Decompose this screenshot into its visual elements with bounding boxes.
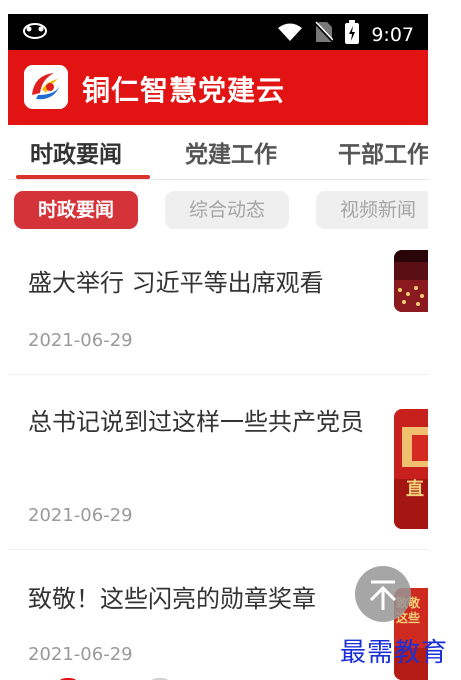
main-tabs: 时政要闻 党建工作 干部工作 — [8, 125, 428, 180]
news-date: 2021-06-29 — [28, 644, 133, 665]
news-thumbnail — [394, 250, 428, 312]
no-sim-icon — [314, 21, 335, 48]
active-tab-indicator — [16, 175, 150, 179]
news-title: 盛大举行 习近平等出席观看 — [28, 269, 324, 297]
news-item[interactable]: 盛大举行 习近平等出席观看 2021-06-29 — [8, 250, 428, 374]
watermark: 最需教育 — [340, 638, 449, 668]
news-title: 致敬！这些闪亮的勋章奖章 — [28, 585, 316, 613]
wifi-icon — [277, 22, 303, 47]
status-bar: 9:07 — [8, 14, 428, 50]
tab-dangjian[interactable]: 党建工作 — [185, 135, 277, 169]
app-bar: 铜仁智慧党建云 — [8, 50, 428, 125]
news-title: 总书记说到过这样一些共产党员 — [28, 408, 364, 436]
arrow-up-icon — [369, 580, 397, 610]
clock-time: 9:07 — [371, 23, 414, 46]
subtab-shipin[interactable]: 视频新闻 — [316, 191, 428, 229]
sub-tabs: 时政要闻 综合动态 视频新闻 — [8, 180, 428, 234]
news-thumbnail — [394, 409, 428, 529]
party-logo-icon — [24, 65, 68, 109]
battery-charging-icon — [345, 20, 360, 49]
news-item[interactable]: 总书记说到过这样一些共产党员 2021-06-29 直 — [8, 375, 428, 549]
app-title: 铜仁智慧党建云 — [82, 74, 286, 107]
thumbnail-text: 直 — [406, 479, 424, 500]
notification-icon — [22, 21, 48, 46]
news-date: 2021-06-29 — [28, 505, 133, 526]
tab-ganbu[interactable]: 干部工作 — [338, 135, 428, 169]
phone-screen: 9:07 铜仁智慧党建云 时政要闻 党建工作 干部工作 时政要闻 综合动态 视频… — [8, 14, 428, 680]
news-date: 2021-06-29 — [28, 330, 133, 351]
subtab-shizheng[interactable]: 时政要闻 — [14, 191, 138, 229]
back-to-top-button[interactable] — [355, 566, 411, 622]
tab-shizheng[interactable]: 时政要闻 — [30, 135, 122, 169]
subtab-zonghe[interactable]: 综合动态 — [165, 191, 289, 229]
